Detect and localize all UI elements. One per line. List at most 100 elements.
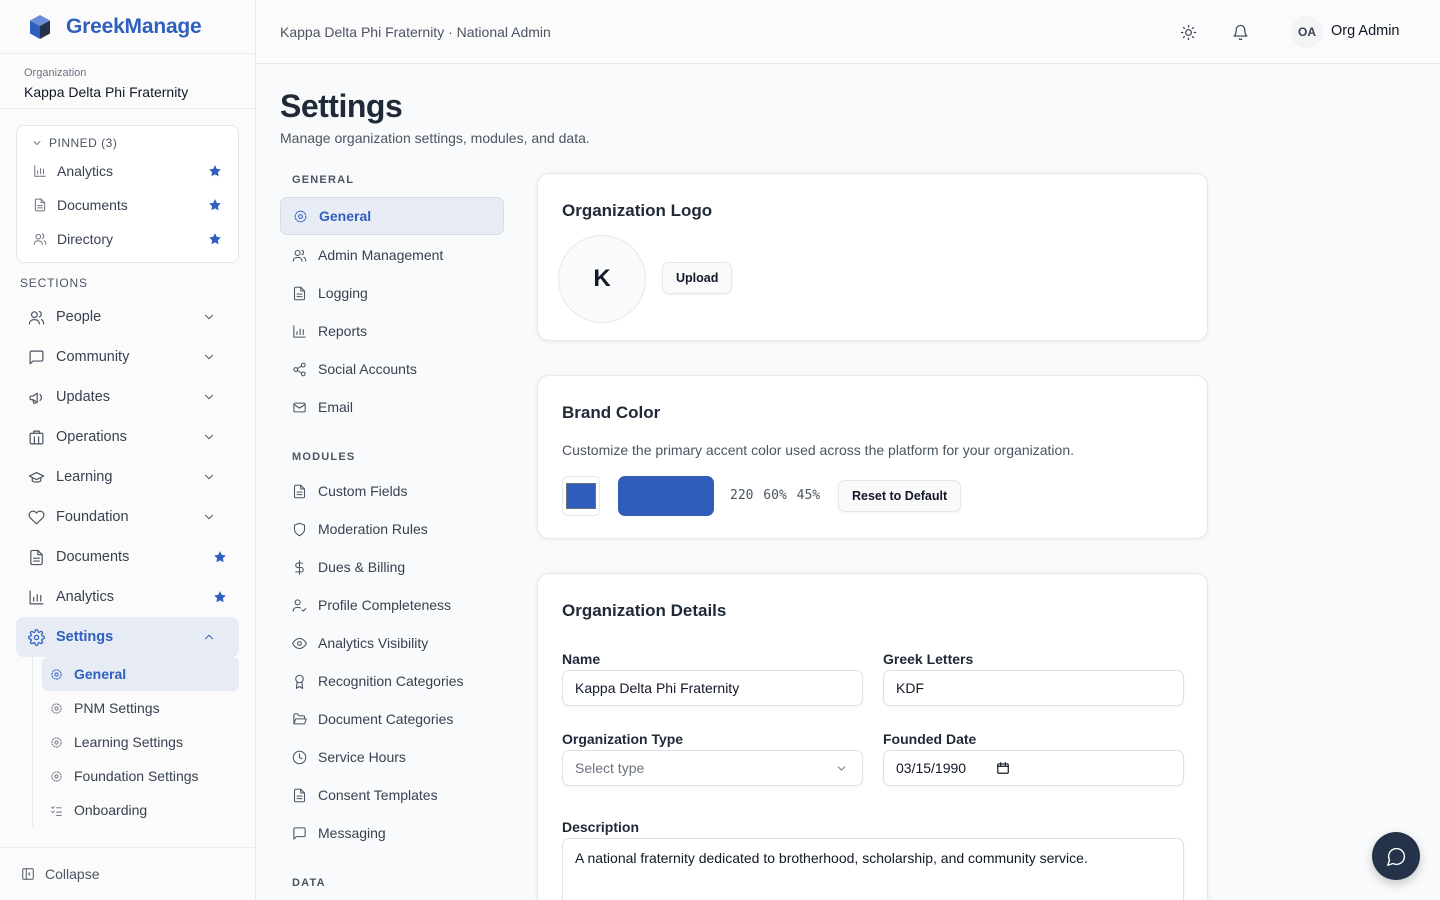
bar-chart-icon bbox=[293, 324, 306, 338]
sidebar-item-learning[interactable]: Learning bbox=[16, 457, 239, 497]
users-icon bbox=[33, 233, 47, 245]
sidebar-item-label: Analytics bbox=[56, 589, 115, 605]
star-icon[interactable] bbox=[208, 164, 222, 178]
subnav-item-label: Foundation Settings bbox=[74, 768, 199, 784]
message-square-icon bbox=[293, 826, 306, 840]
sections-label: SECTIONS bbox=[20, 276, 88, 290]
settings-nav-service-hours[interactable]: Service Hours bbox=[280, 738, 504, 776]
description-textarea[interactable]: A national fraternity dedicated to broth… bbox=[562, 838, 1184, 900]
settings-nav-logging[interactable]: Logging bbox=[280, 274, 504, 312]
page-subtitle: Manage organization settings, modules, a… bbox=[280, 130, 590, 146]
subnav-item-learning-settings[interactable]: Learning Settings bbox=[42, 725, 239, 759]
pinned-item-analytics[interactable]: Analytics bbox=[17, 154, 238, 188]
star-icon[interactable] bbox=[213, 590, 227, 604]
collapse-button[interactable]: Collapse bbox=[0, 847, 255, 900]
building-icon bbox=[29, 430, 44, 444]
settings-nav-social-accounts[interactable]: Social Accounts bbox=[280, 350, 504, 388]
settings-nav-reports[interactable]: Reports bbox=[280, 312, 504, 350]
greek-letters-field[interactable]: KDF bbox=[883, 670, 1184, 706]
description-label: Description bbox=[562, 819, 640, 835]
sidebar-item-settings[interactable]: Settings bbox=[16, 617, 239, 657]
subnav-item-general[interactable]: General bbox=[42, 657, 239, 691]
upload-button[interactable]: Upload bbox=[662, 262, 733, 294]
sidebar-item-label: Community bbox=[56, 349, 130, 365]
sidebar-item-people[interactable]: People bbox=[16, 297, 239, 337]
name-label: Name bbox=[562, 651, 601, 667]
pinned-item-documents[interactable]: Documents bbox=[17, 188, 238, 222]
chevron-up-icon bbox=[205, 634, 213, 640]
settings-nav-label: Social Accounts bbox=[318, 361, 417, 377]
settings-nav-label: Messaging bbox=[318, 825, 386, 841]
settings-subnav: General PNM Settings Learning Settings F… bbox=[32, 657, 239, 827]
sidebar-item-updates[interactable]: Updates bbox=[16, 377, 239, 417]
dollar-icon bbox=[295, 559, 304, 575]
megaphone-icon bbox=[29, 392, 42, 404]
card-title: Brand Color bbox=[562, 403, 661, 422]
star-icon[interactable] bbox=[213, 550, 227, 564]
file-text-icon bbox=[293, 788, 306, 802]
settings-nav-email[interactable]: Email bbox=[280, 388, 504, 426]
settings-nav-label: Analytics Visibility bbox=[318, 635, 429, 651]
org-switcher[interactable]: Organization Kappa Delta Phi Fraternity bbox=[0, 54, 255, 109]
sidebar-item-label: Learning bbox=[56, 469, 113, 485]
gear-icon bbox=[28, 628, 45, 646]
sidebar-item-foundation[interactable]: Foundation bbox=[16, 497, 239, 537]
sun-icon[interactable] bbox=[1180, 24, 1197, 41]
share-icon bbox=[293, 362, 306, 376]
user-name[interactable]: Org Admin bbox=[1331, 23, 1400, 39]
sidebar-item-label: Updates bbox=[56, 389, 111, 405]
settings-nav-moderation-rules[interactable]: Moderation Rules bbox=[280, 510, 504, 548]
settings-group-modules: MODULES bbox=[292, 451, 356, 463]
settings-nav-custom-fields[interactable]: Custom Fields bbox=[280, 472, 504, 510]
settings-nav-analytics-visibility[interactable]: Analytics Visibility bbox=[280, 624, 504, 662]
settings-nav-label: Custom Fields bbox=[318, 483, 408, 499]
calendar-icon[interactable] bbox=[996, 761, 1010, 775]
pinned-item-directory[interactable]: Directory bbox=[17, 222, 238, 256]
chat-button[interactable] bbox=[1372, 832, 1420, 880]
settings-nav-label: Dues & Billing bbox=[318, 559, 406, 575]
brand-header[interactable]: GreekManage bbox=[0, 0, 255, 54]
star-icon[interactable] bbox=[208, 198, 222, 212]
settings-nav-consent-templates[interactable]: Consent Templates bbox=[280, 776, 504, 814]
file-text-icon bbox=[293, 484, 306, 498]
bar-chart-icon bbox=[29, 590, 44, 604]
sidebar-item-community[interactable]: Community bbox=[16, 337, 239, 377]
sidebar-item-analytics[interactable]: Analytics bbox=[16, 577, 239, 617]
pinned-item-label: Analytics bbox=[57, 163, 114, 179]
settings-nav-messaging[interactable]: Messaging bbox=[280, 814, 504, 852]
color-picker[interactable] bbox=[562, 476, 600, 516]
bell-icon[interactable] bbox=[1232, 24, 1249, 41]
reset-default-button[interactable]: Reset to Default bbox=[838, 480, 962, 512]
subnav-item-onboarding[interactable]: Onboarding bbox=[42, 793, 239, 827]
gear-icon bbox=[51, 736, 62, 748]
hsl-value: 220 60% 45% bbox=[730, 488, 821, 503]
chevron-down-icon bbox=[205, 514, 213, 520]
app-logo-icon bbox=[30, 14, 50, 39]
subnav-item-foundation-settings[interactable]: Foundation Settings bbox=[42, 759, 239, 793]
sidebar-item-label: Operations bbox=[56, 429, 127, 445]
settings-nav-recognition-categories[interactable]: Recognition Categories bbox=[280, 662, 504, 700]
breadcrumb: Kappa Delta Phi Fraternity · National Ad… bbox=[280, 23, 551, 40]
name-field[interactable]: Kappa Delta Phi Fraternity bbox=[562, 670, 863, 706]
avatar[interactable]: OA bbox=[1291, 16, 1323, 48]
settings-nav-admin-management[interactable]: Admin Management bbox=[280, 236, 504, 274]
organization-details-card: Organization Details Name Kappa Delta Ph… bbox=[537, 573, 1208, 900]
settings-nav-dues-billing[interactable]: Dues & Billing bbox=[280, 548, 504, 586]
settings-nav-label: Service Hours bbox=[318, 749, 406, 765]
sidebar-item-documents[interactable]: Documents bbox=[16, 537, 239, 577]
star-icon[interactable] bbox=[208, 232, 222, 246]
pinned-toggle[interactable]: PINNED (3) bbox=[17, 126, 238, 150]
founded-date-field[interactable]: 03/15/1990 bbox=[883, 750, 1184, 786]
file-text-icon bbox=[293, 286, 306, 300]
subnav-item-pnm-settings[interactable]: PNM Settings bbox=[42, 691, 239, 725]
settings-nav-document-categories[interactable]: Document Categories bbox=[280, 700, 504, 738]
organization-type-select[interactable]: Select type bbox=[562, 750, 863, 786]
top-bar: Kappa Delta Phi Fraternity · National Ad… bbox=[256, 0, 1440, 64]
settings-nav-general[interactable]: General bbox=[280, 197, 504, 235]
settings-nav-profile-completeness[interactable]: Profile Completeness bbox=[280, 586, 504, 624]
organization-logo-card: Organization Logo K Upload bbox=[537, 173, 1208, 341]
collapse-label: Collapse bbox=[45, 866, 100, 882]
sidebar-item-operations[interactable]: Operations bbox=[16, 417, 239, 457]
founded-date-label: Founded Date bbox=[883, 731, 977, 747]
panel-left-icon bbox=[22, 868, 34, 880]
